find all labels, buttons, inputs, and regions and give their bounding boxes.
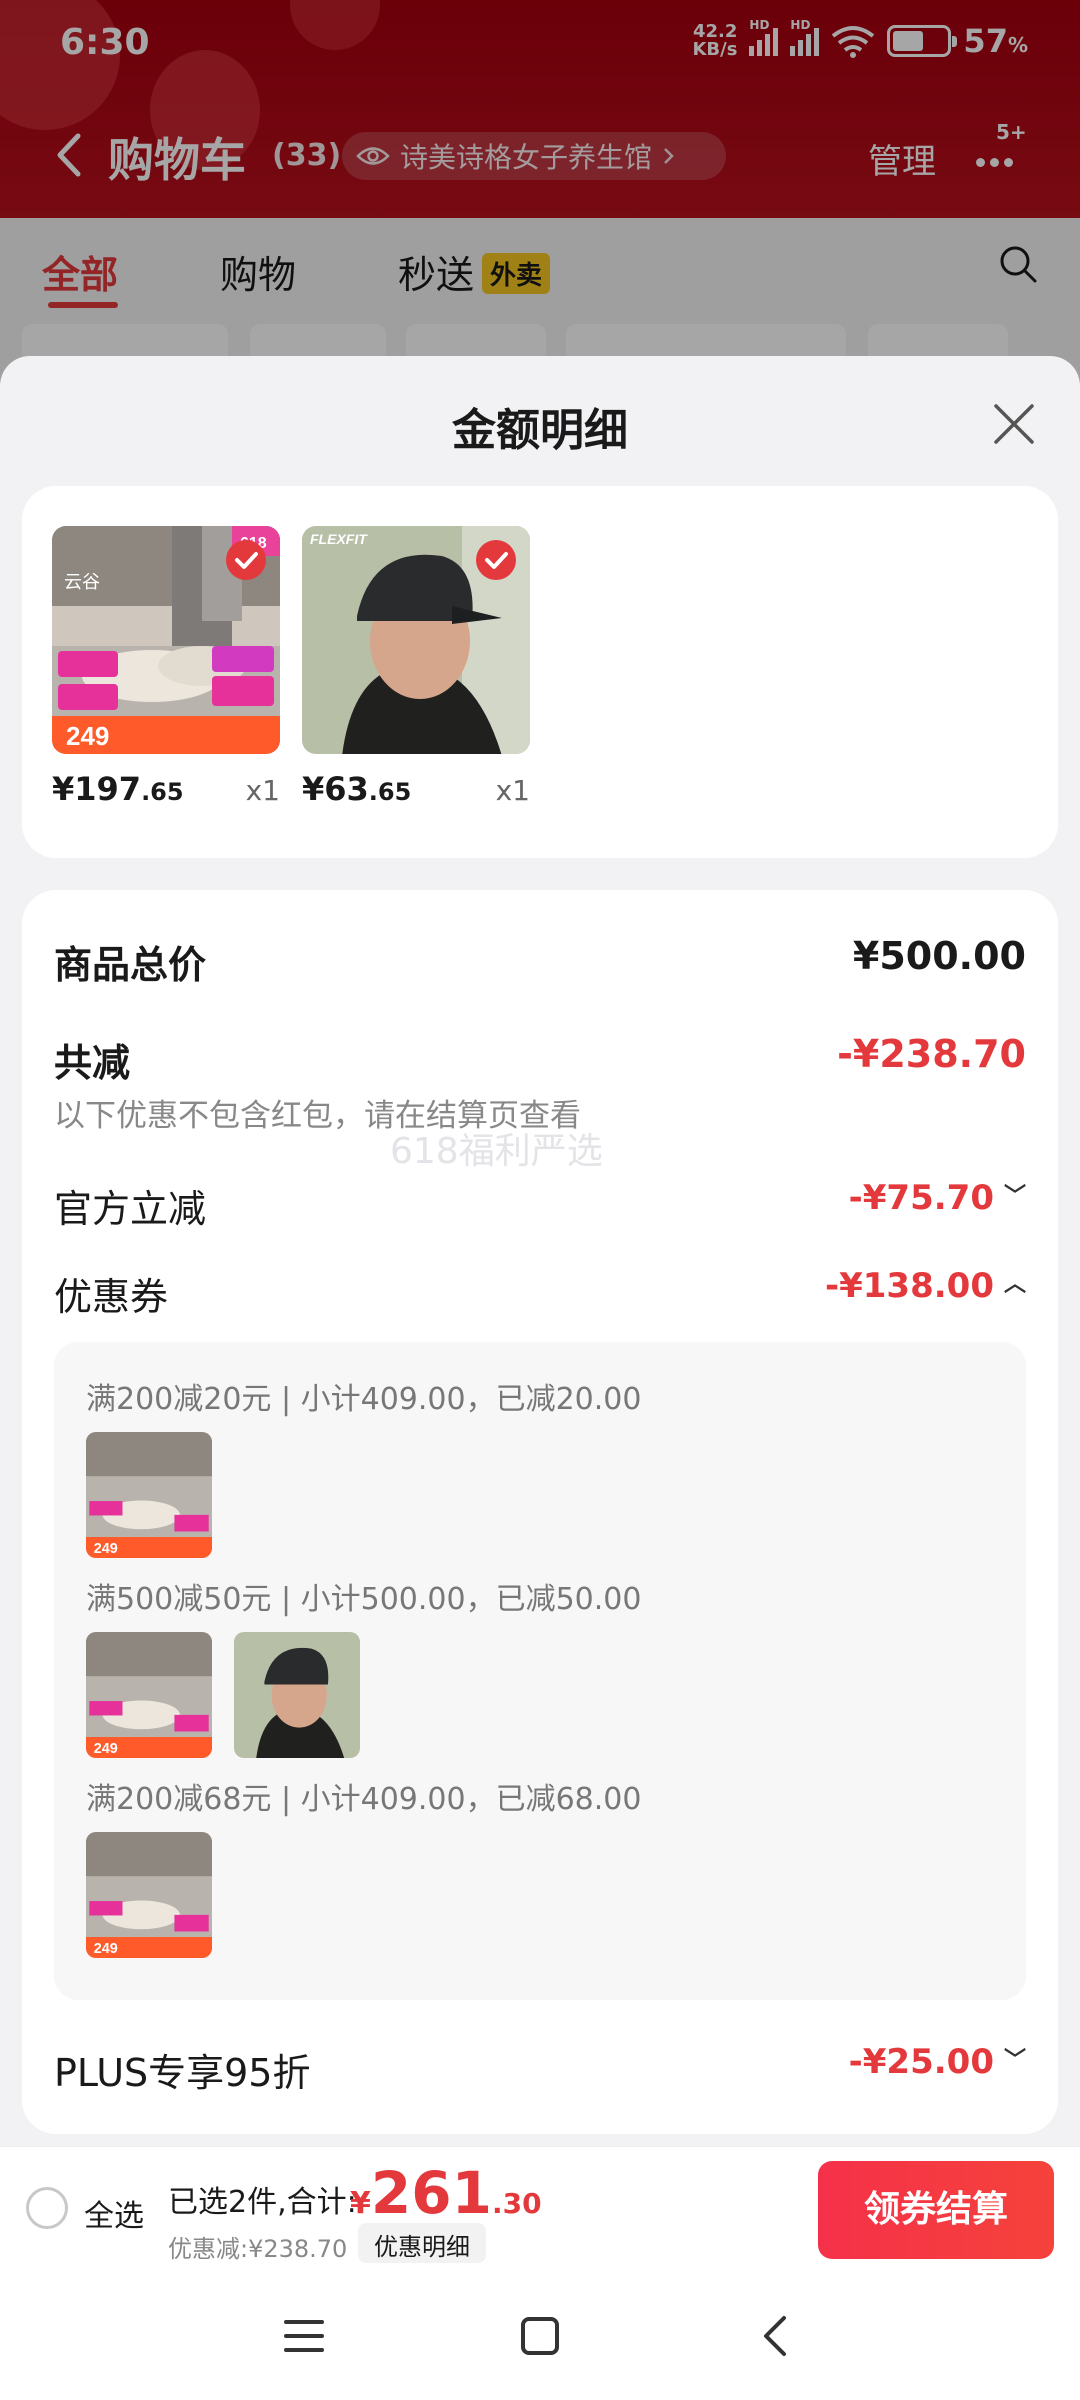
goods-total-label: 商品总价	[54, 943, 207, 987]
coupon-rule: 满500减50元 | 小计500.00，已减50.00	[86, 1582, 642, 1617]
svg-text:云谷: 云谷	[64, 572, 100, 593]
discount-amount: 优惠减:¥238.70	[168, 2235, 348, 2263]
shoe-thumbnail: 249	[86, 1832, 212, 1958]
product-quantity: x1	[245, 774, 280, 807]
coupon-value: -¥138.00 ︿	[825, 1266, 1026, 1306]
plus-discount-value: -¥25.00 ﹀	[848, 2042, 1026, 2082]
close-icon[interactable]	[992, 402, 1036, 446]
selected-products-card: 249 云谷 618 ¥197.65 x1	[22, 486, 1058, 858]
chevron-down-icon: ﹀	[1003, 2048, 1026, 2073]
svg-text:249: 249	[66, 721, 109, 751]
coupon-label: 优惠券	[54, 1275, 169, 1319]
cap-thumbnail	[234, 1632, 360, 1758]
svg-text:249: 249	[94, 1741, 118, 1757]
selected-count-text: 已选2件,合计:	[168, 2185, 357, 2220]
official-discount-row[interactable]: 官方立减 -¥75.70 ﹀	[54, 1178, 1026, 1233]
svg-text:FLEXFIT: FLEXFIT	[310, 531, 368, 547]
cap-product-image: FLEXFIT	[302, 526, 530, 754]
shoe-thumbnail: 249	[86, 1632, 212, 1758]
product-price: ¥63.65	[302, 770, 412, 808]
watermark: 618福利严选	[390, 1131, 603, 1172]
product-item[interactable]: 249 云谷 618 ¥197.65 x1	[52, 526, 280, 808]
shoe-thumbnail: 249	[86, 1432, 212, 1558]
system-navigation-bar	[0, 2272, 1080, 2400]
product-price: ¥197.65	[52, 770, 184, 808]
official-discount-value: -¥75.70 ﹀	[848, 1178, 1026, 1218]
total-reduction-label: 共减	[54, 1041, 131, 1085]
back-icon[interactable]	[754, 2314, 798, 2358]
checked-icon[interactable]	[476, 540, 516, 580]
official-discount-label: 官方立减	[54, 1187, 207, 1231]
total-reduction-row: 共减 -¥238.70	[54, 1032, 1026, 1087]
product-item[interactable]: FLEXFIT ¥63.65 x1	[302, 526, 530, 808]
chevron-down-icon: ﹀	[1003, 1184, 1026, 1209]
chevron-up-icon: ︿	[1003, 1272, 1026, 1297]
goods-total-row: 商品总价 ¥500.00	[54, 934, 1026, 989]
shoe-product-image: 249 云谷 618	[52, 526, 280, 754]
coupon-row[interactable]: 优惠券 -¥138.00 ︿	[54, 1266, 1026, 1321]
modal-dim-overlay[interactable]	[0, 0, 1080, 400]
coupon-detail-list: 满200减20元 | 小计409.00，已减20.00 249 满500减50元…	[54, 1342, 1026, 2000]
checked-icon[interactable]	[226, 540, 266, 580]
select-all-checkbox[interactable]	[26, 2187, 68, 2229]
select-all-label[interactable]: 全选	[84, 2191, 144, 2235]
plus-discount-label: PLUS专享95折	[54, 2051, 311, 2095]
menu-icon[interactable]	[282, 2314, 326, 2358]
coupon-rule: 满200减68元 | 小计409.00，已减68.00	[86, 1782, 642, 1817]
total-price: ¥261.30	[350, 2159, 542, 2227]
price-summary-card: 商品总价 ¥500.00 共减 -¥238.70 以下优惠不包含红包，请在结算页…	[22, 890, 1058, 2134]
svg-text:249: 249	[94, 1541, 118, 1557]
checkout-button[interactable]: 领券结算	[818, 2161, 1054, 2259]
product-quantity: x1	[495, 774, 530, 807]
sheet-title: 金额明细	[452, 405, 628, 456]
plus-discount-row[interactable]: PLUS专享95折 -¥25.00 ﹀	[54, 2042, 1026, 2097]
checkout-bar: 全选 已选2件,合计: ¥261.30 优惠减:¥238.70 优惠明细 领券结…	[0, 2146, 1080, 2272]
total-reduction-value: -¥238.70	[837, 1032, 1026, 1076]
home-icon[interactable]	[518, 2314, 562, 2358]
svg-text:249: 249	[94, 1941, 118, 1957]
coupon-rule: 满200减20元 | 小计409.00，已减20.00	[86, 1382, 642, 1417]
goods-total-value: ¥500.00	[852, 934, 1026, 978]
discount-detail-button[interactable]: 优惠明细	[358, 2223, 486, 2263]
amount-detail-sheet: 金额明细 249 云谷 ¥197.65 x1 FLEXFIT ¥63.65 x1…	[0, 356, 1080, 2146]
